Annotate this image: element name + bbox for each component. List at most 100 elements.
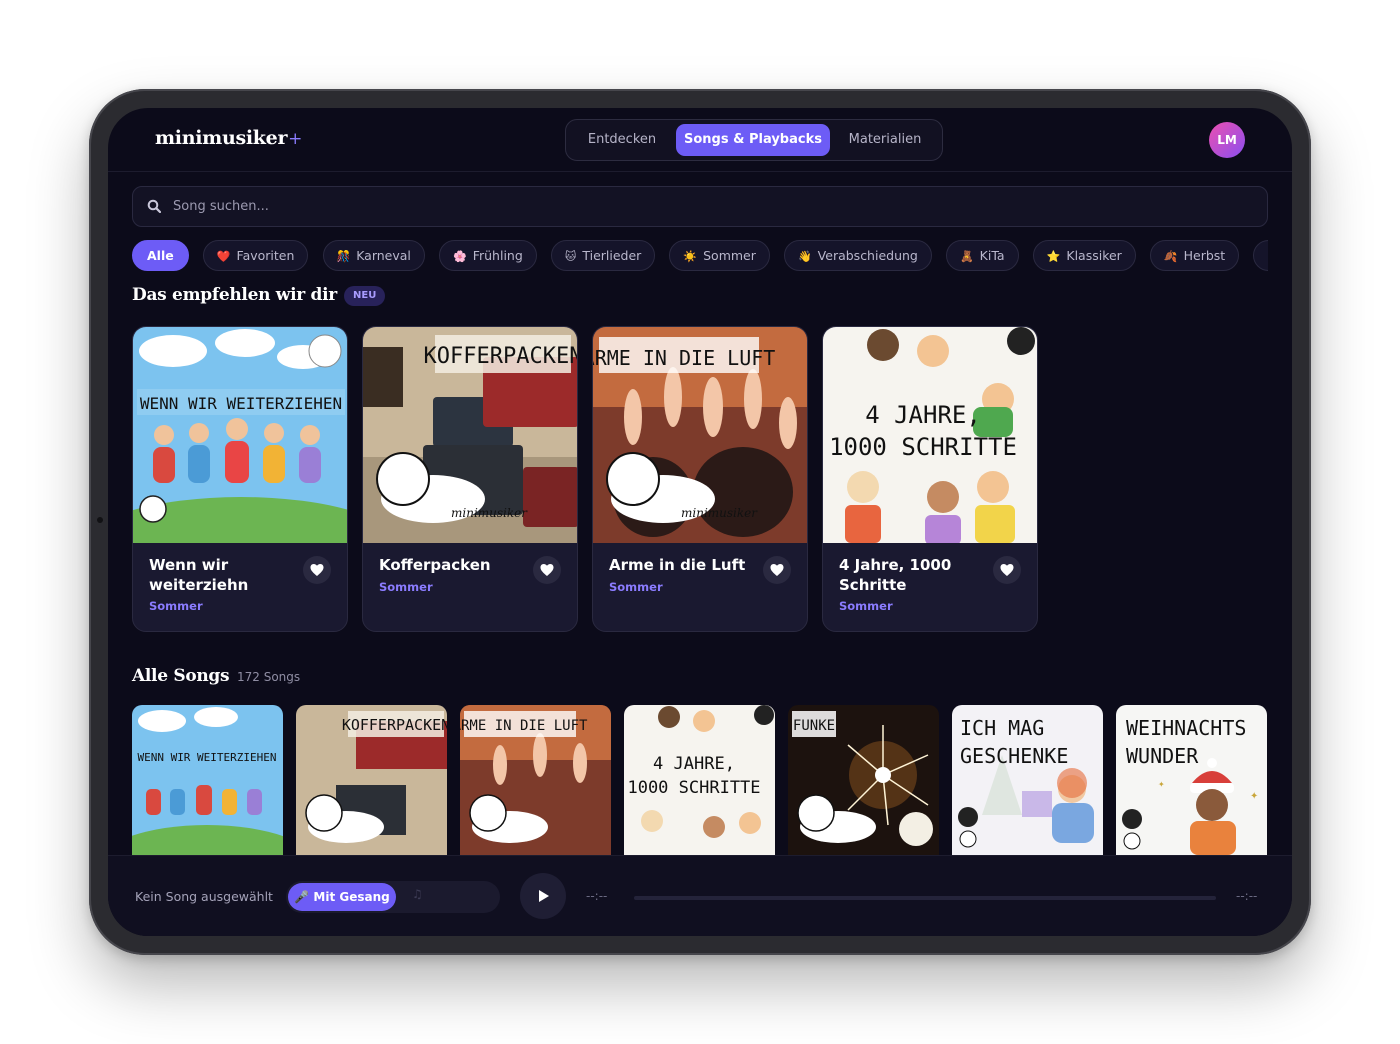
chip-kita[interactable]: 🧸 KiTa xyxy=(945,240,1019,271)
song-card[interactable]: 4 JAHRE, 1000 SCHRITTE 4 Jahre, 1000 Sch… xyxy=(822,326,1038,632)
song-category: Sommer xyxy=(379,580,433,594)
tile-title: FUNKE xyxy=(793,718,835,734)
chip-sommer[interactable]: ☀️ Sommer xyxy=(669,240,770,271)
song-category: Sommer xyxy=(839,599,893,613)
chip-karneval[interactable]: 🎊 Karneval xyxy=(322,240,425,271)
chip-label: Sommer xyxy=(703,248,756,263)
song-tile[interactable]: ICH MAG GESCHENKE xyxy=(952,705,1103,855)
cover-title-line-1: 4 JAHRE, xyxy=(865,401,981,429)
tablet-frame: minimusiker+ Entdecken Songs & Playbacks… xyxy=(89,89,1311,955)
total-time: --:-- xyxy=(1236,889,1258,903)
chip-alle[interactable]: Alle xyxy=(132,240,189,271)
chip-tierlieder[interactable]: 🐱 Tierlieder xyxy=(550,240,656,271)
chip-label: Verabschiedung xyxy=(817,248,918,263)
cover-title: KOFFERPACKEN xyxy=(424,344,578,369)
heart-icon xyxy=(770,564,784,576)
star-icon: ⭐ xyxy=(1046,250,1061,263)
cat-icon: 🐱 xyxy=(564,250,577,263)
mode-label: Mit Gesang xyxy=(313,890,390,904)
search-icon xyxy=(147,199,161,213)
svg-text:✦: ✦ xyxy=(1158,780,1165,789)
play-icon xyxy=(539,890,549,902)
song-title: Arme in die Luft xyxy=(609,556,746,574)
all-songs-title: Alle Songs xyxy=(132,666,230,686)
teddy-icon: 🧸 xyxy=(959,250,974,263)
tab-materialien[interactable]: Materialien xyxy=(834,124,936,156)
song-cover-image: 4 JAHRE, 1000 SCHRITTE xyxy=(823,327,1037,543)
chip-label: Alle xyxy=(147,248,174,263)
chip-label: KiTa xyxy=(979,248,1005,263)
cover-title-line-2: 1000 SCHRITTE xyxy=(829,433,1017,461)
svg-text:minimusiker: minimusiker xyxy=(681,506,758,520)
song-card[interactable]: KOFFERPACKEN minimusiker Kofferpacken So… xyxy=(362,326,578,632)
wave-icon: 👋 xyxy=(797,250,812,263)
top-bar: minimusiker+ Entdecken Songs & Playbacks… xyxy=(108,108,1292,172)
filter-chips: Alle ❤️ Favoriten 🎊 Karneval 🌸 Frühling 🐱 Ti… xyxy=(132,240,1268,272)
current-time: --:-- xyxy=(586,889,608,903)
chip-label: Tierlieder xyxy=(582,248,642,263)
tab-songs-playbacks[interactable]: Songs & Playbacks xyxy=(676,124,830,156)
song-title: 4 Jahre, 1000 Schritte xyxy=(839,556,952,594)
favorite-button[interactable] xyxy=(993,556,1021,584)
tile-title-line-2: WUNDER xyxy=(1126,744,1199,768)
search-input[interactable] xyxy=(173,187,1253,226)
main-nav: Entdecken Songs & Playbacks Materialien xyxy=(565,119,943,161)
confetti-icon: 🎊 xyxy=(336,250,351,263)
heart-icon: ❤️ xyxy=(216,250,231,263)
svg-text:✦: ✦ xyxy=(1250,791,1258,802)
chip-label: Herbst xyxy=(1183,248,1226,263)
heart-icon xyxy=(310,564,324,576)
song-title: Kofferpacken xyxy=(379,556,491,574)
cover-title: ARME IN DIE LUFT xyxy=(593,346,775,370)
song-tile[interactable]: ARME IN DIE LUFT xyxy=(460,705,611,855)
search-bar xyxy=(132,186,1268,227)
song-cover-image: WENN WIR WEITERZIEHEN xyxy=(133,327,347,543)
tile-title-line-2: 1000 SCHRITTE xyxy=(627,778,760,798)
play-button[interactable] xyxy=(520,873,566,919)
chip-verabschiedung[interactable]: 👋 Verabschiedung xyxy=(783,240,932,271)
tab-entdecken[interactable]: Entdecken xyxy=(572,124,672,156)
chip-label: Favoriten xyxy=(236,248,295,263)
song-title: Wenn wir weiterziehn xyxy=(149,556,249,594)
tile-title-line-1: ICH MAG xyxy=(960,716,1044,740)
song-tile[interactable]: WENN WIR WEITERZIEHEN xyxy=(132,705,283,855)
song-count: 172 Songs xyxy=(237,670,301,684)
music-note-icon[interactable]: ♫ xyxy=(412,887,423,901)
favorite-button[interactable] xyxy=(763,556,791,584)
chip-herbst[interactable]: 🍂 Herbst xyxy=(1149,240,1240,271)
new-badge: NEU xyxy=(344,286,386,306)
recommended-title: Das empfehlen wir dir xyxy=(132,285,337,305)
song-card[interactable]: WENN WIR WEITERZIEHEN Wenn wir weiterzie… xyxy=(132,326,348,632)
cake-icon: 🎂 xyxy=(1267,250,1268,263)
favorite-button[interactable] xyxy=(533,556,561,584)
chip-label: Karneval xyxy=(356,248,411,263)
brand-name: minimusiker xyxy=(155,127,288,149)
favorite-button[interactable] xyxy=(303,556,331,584)
user-avatar[interactable]: LM xyxy=(1209,122,1245,158)
brand-suffix: + xyxy=(288,129,303,149)
vocal-mode-toggle: 🎤 Mit Gesang ♫ xyxy=(286,881,500,913)
song-tile[interactable]: KOFFERPACKEN xyxy=(296,705,447,855)
chip-geburtstag[interactable]: 🎂Ge xyxy=(1253,240,1268,271)
app-screen: minimusiker+ Entdecken Songs & Playbacks… xyxy=(108,108,1292,936)
song-tile[interactable]: WEIHNACHTS WUNDER ✦ ✦ xyxy=(1116,705,1267,855)
song-tile[interactable]: FUNKE xyxy=(788,705,939,855)
song-cover-image: ARME IN DIE LUFT minimusiker xyxy=(593,327,807,543)
tile-title-line-1: 4 JAHRE, xyxy=(653,754,735,774)
tile-title-line-2: GESCHENKE xyxy=(960,744,1068,768)
mode-with-vocals-button[interactable]: 🎤 Mit Gesang xyxy=(288,883,396,911)
song-tile[interactable]: 4 JAHRE, 1000 SCHRITTE xyxy=(624,705,775,855)
chip-klassiker[interactable]: ⭐ Klassiker xyxy=(1032,240,1136,271)
heart-icon xyxy=(540,564,554,576)
tile-title: WENN WIR WEITERZIEHEN xyxy=(137,751,276,764)
flower-icon: 🌸 xyxy=(453,250,467,263)
leaf-icon: 🍂 xyxy=(1163,250,1178,263)
brand-logo[interactable]: minimusiker+ xyxy=(155,127,302,149)
progress-track[interactable] xyxy=(634,896,1216,900)
song-card[interactable]: ARME IN DIE LUFT minimusiker Arme in die… xyxy=(592,326,808,632)
heart-icon xyxy=(1000,564,1014,576)
song-cover-image: KOFFERPACKEN minimusiker xyxy=(363,327,578,543)
chip-label: Frühling xyxy=(472,248,523,263)
chip-fruehling[interactable]: 🌸 Frühling xyxy=(439,240,537,271)
chip-favoriten[interactable]: ❤️ Favoriten xyxy=(202,240,309,271)
